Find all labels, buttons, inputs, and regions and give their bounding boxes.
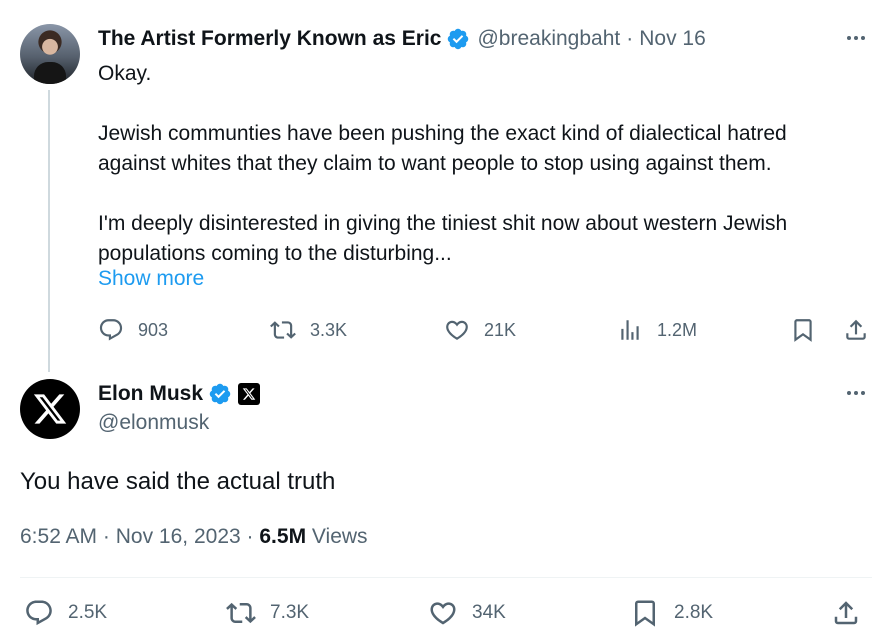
repost-button[interactable]: 3.3K	[270, 313, 347, 347]
reply-button[interactable]: 2.5K	[24, 596, 107, 630]
tweet-text-line: populations coming to the disturbing...	[98, 242, 452, 265]
tweet-text-line: against whites that they claim to want p…	[98, 152, 772, 175]
repost-icon	[270, 321, 296, 339]
x-logo-icon	[33, 394, 67, 424]
tweet-text: Okay. Jewish communties have been pushin…	[98, 59, 868, 269]
more-dots-icon[interactable]	[843, 383, 869, 403]
author-name[interactable]: The Artist Formerly Known as Eric	[98, 27, 441, 51]
share-icon	[846, 319, 866, 340]
reply-button[interactable]: 903	[98, 313, 168, 347]
tweet-date[interactable]: Nov 16	[639, 27, 706, 51]
tweet-actions: 2.5K 7.3K 34K 2.8K	[24, 596, 869, 630]
verified-badge-icon[interactable]	[208, 382, 232, 406]
repost-icon	[226, 602, 256, 624]
tweet-time[interactable]: 6:52 AM	[20, 525, 97, 548]
tweet-header: The Artist Formerly Known as Eric @break…	[98, 26, 706, 52]
share-icon	[834, 601, 858, 625]
share-button[interactable]	[843, 313, 869, 347]
views-button[interactable]: 1.2M	[617, 313, 697, 347]
like-button[interactable]: 21K	[444, 313, 516, 347]
views-count: 1.2M	[657, 319, 698, 340]
tweet-text: You have said the actual truth	[20, 468, 336, 495]
reply-count: 2.5K	[68, 602, 108, 623]
tweet-text-line: I'm deeply disinterested in giving the t…	[98, 212, 788, 235]
show-more-link[interactable]: Show more	[98, 267, 204, 291]
more-dots-icon[interactable]	[843, 28, 869, 48]
views-label: Views	[311, 525, 368, 548]
views-chart-icon	[621, 320, 639, 340]
author-handle[interactable]: @breakingbaht	[477, 27, 620, 51]
parent-tweet[interactable]: The Artist Formerly Known as Eric @break…	[0, 0, 892, 372]
repost-button[interactable]: 7.3K	[226, 596, 309, 630]
like-count: 21K	[484, 319, 517, 340]
tweet-date[interactable]: Nov 16, 2023	[116, 525, 241, 548]
repost-count: 7.3K	[270, 602, 310, 623]
share-button[interactable]	[831, 596, 861, 630]
divider	[20, 577, 872, 578]
heart-icon	[446, 320, 468, 340]
verified-badge-icon[interactable]	[446, 27, 470, 51]
affiliate-x-badge-icon[interactable]	[238, 383, 261, 405]
separator-dot: ·	[626, 27, 634, 50]
bookmark-button[interactable]	[790, 313, 816, 347]
heart-icon	[430, 602, 456, 625]
reply-icon	[26, 600, 52, 626]
tweet-actions: 903 3.3K 21K 1.2M	[98, 313, 878, 347]
avatar[interactable]	[20, 24, 80, 84]
repost-count: 3.3K	[310, 319, 348, 340]
avatar[interactable]	[20, 379, 80, 439]
tweet-text-line: Jewish communties have been pushing the …	[98, 122, 787, 145]
like-count: 34K	[472, 602, 506, 623]
bookmark-icon	[794, 319, 812, 342]
reply-icon	[99, 319, 123, 341]
tweet-meta: 6:52 AM · Nov 16, 2023 · 6.5M Views	[20, 525, 368, 549]
separator-dot: ·	[102, 525, 110, 548]
bookmark-button[interactable]: 2.8K	[630, 596, 713, 630]
views-count: 6.5M	[259, 525, 307, 548]
like-button[interactable]: 34K	[428, 596, 506, 630]
bookmark-count: 2.8K	[674, 602, 714, 623]
tweet-text-line: Okay.	[98, 62, 152, 85]
reply-count: 903	[138, 319, 169, 340]
author-handle[interactable]: @elonmusk	[98, 411, 209, 435]
separator-dot: ·	[246, 525, 254, 548]
author-name[interactable]: Elon Musk	[98, 382, 203, 406]
tweet-header: Elon Musk	[98, 380, 261, 408]
bookmark-icon	[635, 600, 655, 627]
